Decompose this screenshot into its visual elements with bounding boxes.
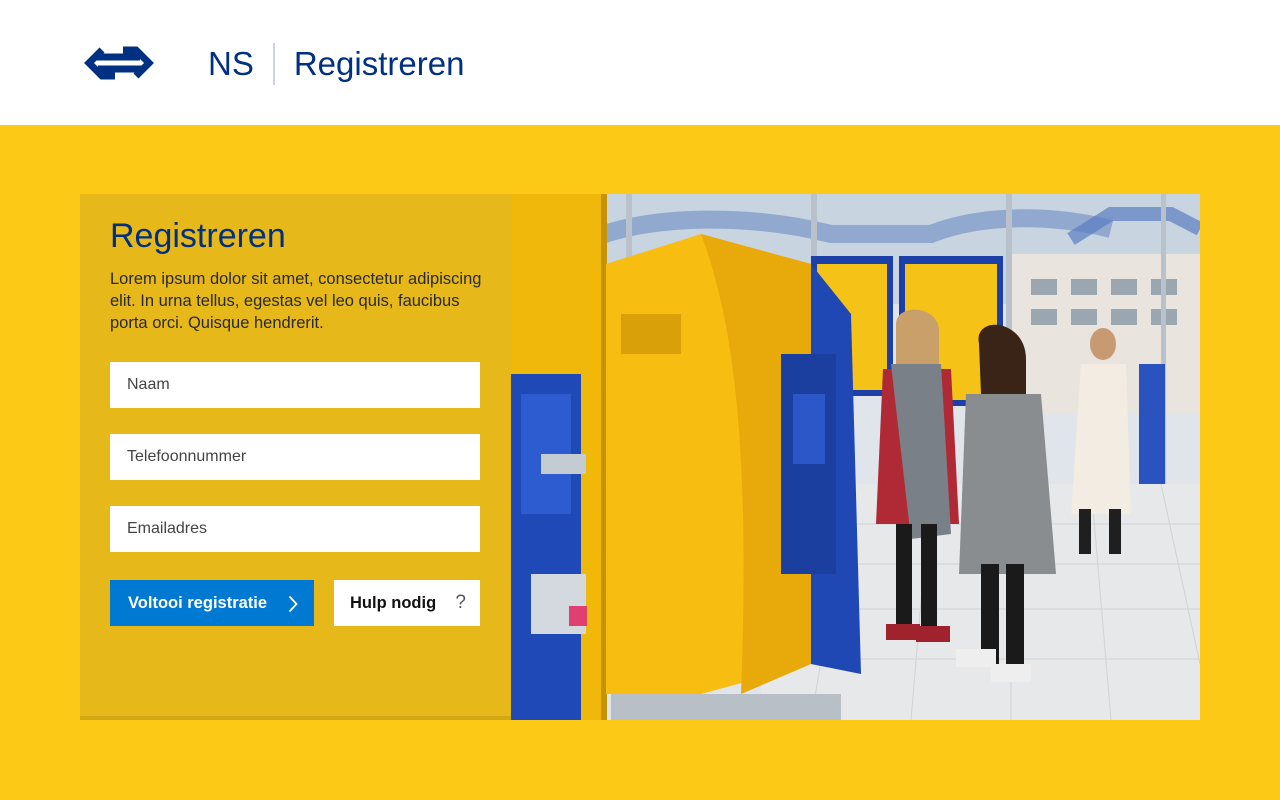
complete-registration-button[interactable]: Voltooi registratie (110, 580, 314, 626)
phone-field[interactable] (110, 434, 480, 480)
email-field[interactable] (110, 506, 480, 552)
complete-registration-label: Voltooi registratie (128, 593, 268, 612)
brand-divider (272, 43, 275, 85)
form-description: Lorem ipsum dolor sit amet, consectetur … (110, 270, 482, 332)
page-title: Registreren (293, 45, 465, 82)
help-button[interactable]: Hulp nodig ? (334, 580, 480, 626)
ns-logo-icon[interactable] (80, 46, 158, 80)
help-label: Hulp nodig (350, 593, 437, 612)
brand-title: NS Registreren (208, 42, 464, 86)
brand-name: NS (208, 45, 254, 82)
registration-card: Registreren Lorem ipsum dolor sit amet, … (80, 194, 511, 720)
station-photo (511, 194, 1200, 720)
form-heading: Registreren (110, 217, 286, 255)
ticket-machine-illustration (511, 194, 1200, 720)
name-field[interactable] (110, 362, 480, 408)
app-header: NS Registreren (0, 0, 1280, 125)
question-icon: ? (455, 592, 466, 613)
chevron-right-icon (288, 595, 298, 613)
